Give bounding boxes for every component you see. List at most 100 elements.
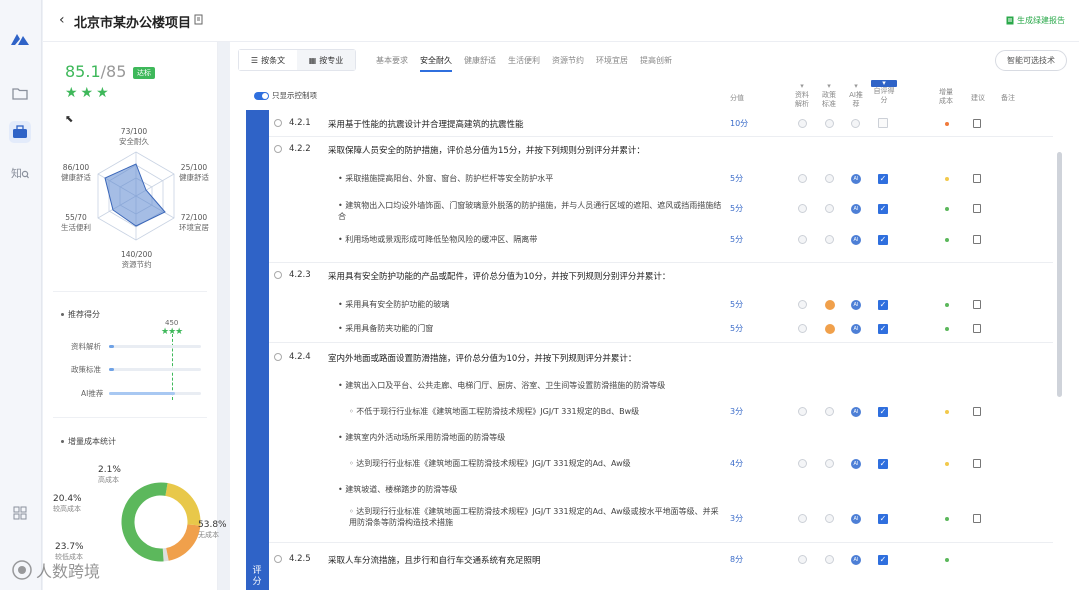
status-badge: 达标	[133, 67, 155, 79]
table-row[interactable]: 4.2.2 采取保障人员安全的防护措施，评价总分值为15分，并按下列规则分别评分…	[269, 136, 1053, 262]
sub-item-score: 5分	[730, 235, 744, 244]
self-score-checkbox[interactable]: ✓	[878, 300, 888, 310]
radar-label-health-left: 86/100 健康舒适	[61, 163, 91, 182]
doc-status-icon	[798, 235, 807, 244]
advice-icon[interactable]	[973, 407, 981, 416]
radar-label-environment: 72/100 环境宜居	[179, 213, 209, 232]
advice-icon[interactable]	[973, 235, 981, 244]
policy-icon[interactable]	[825, 300, 835, 310]
row-radio[interactable]	[274, 353, 282, 361]
clause-code: 4.2.2	[289, 144, 311, 154]
advice-icon[interactable]	[973, 324, 981, 333]
ai-icon[interactable]: AI	[851, 174, 861, 184]
clause-code: 4.2.3	[289, 270, 311, 280]
filter-active-icon: ▾	[871, 80, 897, 87]
self-score-checkbox[interactable]: ✓	[878, 555, 888, 565]
sub-item-text: • 采用具备防夹功能的门窗	[338, 324, 434, 333]
tab-health[interactable]: 健康舒适	[464, 55, 496, 72]
tab-basic[interactable]: 基本要求	[376, 55, 408, 72]
col-ai[interactable]: ▾ AI推荐	[847, 82, 865, 109]
policy-status-icon	[825, 407, 834, 416]
recommend-marker-value: 450	[165, 319, 179, 327]
category-tabs: 基本要求 安全耐久 健康舒适 生活便利 资源节约 环境宜居 提高创新	[376, 55, 684, 72]
advice-icon[interactable]	[973, 174, 981, 183]
clause-table: 4.2.1 采用基于性能的抗震设计并合理提高建筑的抗震性能 10分 4.2.2 …	[269, 110, 1053, 590]
vertical-scrollbar[interactable]	[1057, 152, 1062, 397]
svg-text:知: 知	[11, 166, 22, 180]
logo-icon[interactable]	[9, 28, 31, 50]
sub-item-text: • 建筑出入口及平台、公共走廊、电梯门厅、厨房、浴室、卫生间等设置防滑措施的防滑…	[338, 381, 666, 390]
doc-status-icon	[798, 204, 807, 213]
self-score-checkbox[interactable]: ✓	[878, 204, 888, 214]
smart-tech-button[interactable]: 智能可选技术	[995, 50, 1067, 71]
self-score-checkbox[interactable]: ✓	[878, 459, 888, 469]
ai-icon[interactable]: AI	[851, 514, 861, 524]
tab-resource[interactable]: 资源节约	[552, 55, 584, 72]
table-row[interactable]: 4.2.3 采用具有安全防护功能的产品或配件，评价总分值为10分，并按下列规则分…	[269, 262, 1053, 342]
ai-icon[interactable]: AI	[851, 459, 861, 469]
row-radio[interactable]	[274, 119, 282, 127]
tab-convenience[interactable]: 生活便利	[508, 55, 540, 72]
cost-level-dot	[945, 462, 949, 466]
folder-icon[interactable]	[9, 82, 31, 104]
control-only-toggle[interactable]: 只显示控制项	[254, 90, 317, 101]
tab-by-clause[interactable]: ☰ 按条文	[239, 50, 297, 70]
toggle-switch[interactable]	[254, 91, 269, 100]
self-score-checkbox[interactable]: ✓	[878, 324, 888, 334]
divider	[53, 291, 207, 292]
ai-icon[interactable]: AI	[851, 204, 861, 214]
advice-icon[interactable]	[973, 204, 981, 213]
policy-icon[interactable]	[825, 324, 835, 334]
tab-safety[interactable]: 安全耐久	[420, 55, 452, 72]
self-score-checkbox[interactable]: ✓	[878, 514, 888, 524]
tab-by-discipline[interactable]: ▦ 按专业	[297, 50, 355, 70]
knowledge-icon[interactable]: 知	[9, 162, 31, 184]
col-doc[interactable]: ▾ 资料解析	[793, 82, 811, 109]
briefcase-icon[interactable]	[9, 121, 31, 143]
cost-level-dot	[945, 177, 949, 181]
table-row[interactable]: 4.2.4 室内外地面或路面设置防滑措施，评价总分值为10分，并按下列规则评分并…	[269, 342, 1053, 542]
advice-icon[interactable]	[973, 119, 981, 128]
table-row[interactable]: 4.2.5 采取人车分流措施，且步行和自行车交通系统有充足照明 8分 AI ✓	[269, 542, 1053, 572]
self-score-checkbox[interactable]: ✓	[878, 174, 888, 184]
tab-innovation[interactable]: 提高创新	[640, 55, 672, 72]
ai-icon[interactable]: AI	[851, 555, 861, 565]
sub-item-score: 5分	[730, 324, 744, 333]
edit-icon[interactable]	[194, 14, 204, 28]
recommend-section-title: 推荐得分	[61, 309, 100, 320]
radar-label-health-right: 25/100 健康舒适	[179, 163, 209, 182]
table-row[interactable]: 4.2.1 采用基于性能的抗震设计并合理提高建筑的抗震性能 10分	[269, 110, 1053, 136]
clause-code: 4.2.5	[289, 554, 311, 564]
sub-item-score: 5分	[730, 174, 744, 183]
ai-icon[interactable]: AI	[851, 300, 861, 310]
watermark-logo-icon	[12, 560, 32, 580]
advice-icon[interactable]	[973, 514, 981, 523]
ai-icon[interactable]: AI	[851, 407, 861, 417]
sub-item-text: ◦ 达到现行行业标准《建筑地面工程防滑技术规程》JGJ/T 331规定的Ad、A…	[349, 507, 719, 527]
view-switch: ☰ 按条文 ▦ 按专业	[238, 49, 356, 71]
ai-icon[interactable]: AI	[851, 324, 861, 334]
self-score-checkbox[interactable]: ✓	[878, 235, 888, 245]
clause-score: 8分	[730, 555, 744, 564]
sub-item-text: • 建筑室内外活动场所采用防滑地面的防滑等级	[338, 433, 506, 442]
clause-code: 4.2.1	[289, 118, 311, 128]
cost-level-dot	[945, 558, 949, 562]
sub-item-score: 5分	[730, 204, 744, 213]
bar-label-doc: 资料解析	[71, 342, 101, 351]
advice-icon[interactable]	[973, 300, 981, 309]
cost-level-dot	[945, 238, 949, 242]
self-score-checkbox[interactable]	[878, 118, 888, 128]
col-policy[interactable]: ▾ 政策标准	[820, 82, 838, 109]
col-self[interactable]: ▾ 自评得分	[871, 80, 897, 105]
tab-environment[interactable]: 环境宜居	[596, 55, 628, 72]
doc-status-icon	[798, 300, 807, 309]
advice-icon[interactable]	[973, 459, 981, 468]
self-score-checkbox[interactable]: ✓	[878, 407, 888, 417]
row-radio[interactable]	[274, 555, 282, 563]
generate-report-button[interactable]: 生成绿建报告	[1006, 15, 1065, 26]
chevron-left-icon[interactable]: ‹	[59, 12, 65, 28]
ai-icon[interactable]: AI	[851, 235, 861, 245]
row-radio[interactable]	[274, 145, 282, 153]
row-radio[interactable]	[274, 271, 282, 279]
grid-icon[interactable]	[9, 502, 31, 524]
